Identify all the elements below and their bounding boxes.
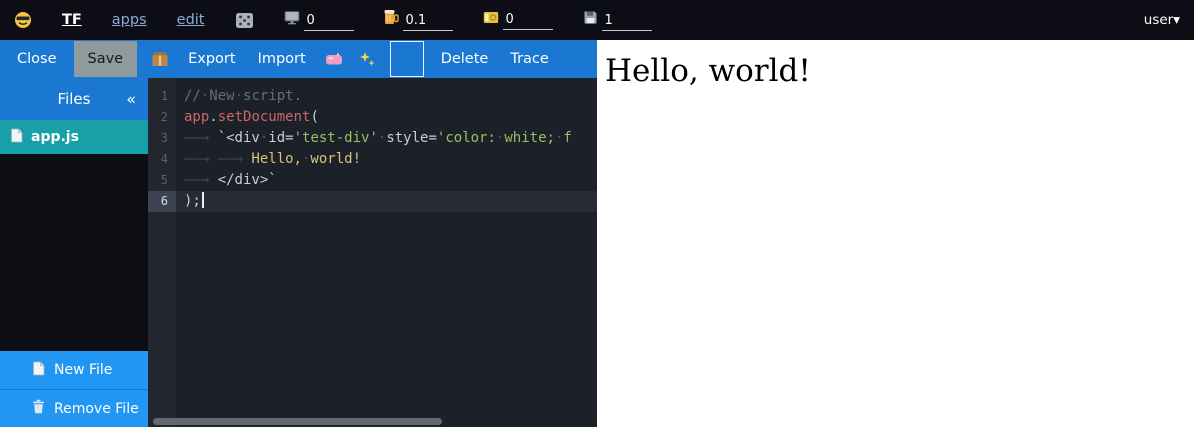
- monitor-stat-value[interactable]: 0: [304, 13, 354, 31]
- files-header-label: Files: [58, 90, 91, 108]
- floppy-stat-field[interactable]: 1: [583, 10, 652, 31]
- brand-link[interactable]: TF: [62, 12, 82, 28]
- code-line[interactable]: 2app.setDocument(: [148, 107, 597, 128]
- floppy-stat-value[interactable]: 1: [602, 13, 652, 31]
- file-item-appjs[interactable]: app.js: [0, 120, 148, 154]
- user-menu[interactable]: user▾: [1144, 12, 1180, 28]
- import-button[interactable]: Import: [253, 41, 311, 77]
- collapse-sidebar-icon[interactable]: «: [126, 90, 136, 109]
- close-button[interactable]: Close: [12, 41, 62, 77]
- code-editor[interactable]: 1//·New·script.2app.setDocument(3——→`<di…: [148, 78, 597, 427]
- nav-link-edit[interactable]: edit: [177, 12, 205, 28]
- horizontal-scrollbar[interactable]: [153, 418, 442, 425]
- money-icon: [483, 11, 499, 30]
- line-number[interactable]: 2: [148, 107, 176, 128]
- floppy-icon: [583, 10, 598, 31]
- line-number[interactable]: 4: [148, 149, 176, 170]
- sparkles-icon[interactable]: [357, 41, 378, 77]
- sidebar-empty-area: [0, 154, 148, 351]
- nav-link-apps[interactable]: apps: [112, 12, 147, 28]
- delete-button[interactable]: Delete: [436, 41, 494, 77]
- code-text: //·New·script.: [176, 86, 302, 107]
- code-line[interactable]: 6);: [148, 191, 597, 212]
- remove-file-button[interactable]: Remove File: [0, 389, 148, 427]
- code-line[interactable]: 4——→——→Hello,·world!: [148, 149, 597, 170]
- code-text: ——→`<div·id='test-div'·style='color:·whi…: [176, 128, 572, 149]
- top-nav-bar: TF apps edit 0 0.1 0 1 user▾: [0, 0, 1194, 40]
- code-line[interactable]: 5——→</div>`: [148, 170, 597, 191]
- editor-toolbar: Close Save Export Import Delete Trace: [0, 40, 597, 78]
- smiley-icon[interactable]: [14, 11, 32, 29]
- soap-icon[interactable]: [323, 41, 345, 77]
- code-text: ——→——→Hello,·world!: [176, 149, 361, 170]
- preview-hello-text: Hello, world!: [605, 53, 1194, 89]
- code-lines: 1//·New·script.2app.setDocument(3——→`<di…: [148, 86, 597, 212]
- beer-icon: [384, 9, 399, 31]
- new-file-button[interactable]: New File: [0, 351, 148, 389]
- code-line[interactable]: 3——→`<div·id='test-div'·style='color:·wh…: [148, 128, 597, 149]
- code-text: );: [176, 191, 204, 212]
- files-header: Files «: [0, 78, 148, 120]
- dice-icon[interactable]: [235, 12, 254, 29]
- monitor-stat-field[interactable]: 0: [284, 10, 354, 31]
- text-cursor: [202, 192, 204, 208]
- remove-file-label: Remove File: [54, 401, 139, 417]
- monitor-icon: [284, 10, 300, 31]
- file-item-label: app.js: [31, 129, 79, 145]
- line-number[interactable]: 5: [148, 170, 176, 191]
- app-window: TF apps edit 0 0.1 0 1 user▾ Close: [0, 0, 1194, 427]
- line-number[interactable]: 6: [148, 191, 176, 212]
- app-preview-pane: Hello, world!: [597, 40, 1194, 427]
- beer-stat-value[interactable]: 0.1: [403, 13, 453, 31]
- line-number[interactable]: 1: [148, 86, 176, 107]
- package-icon[interactable]: [149, 41, 171, 77]
- beer-stat-field[interactable]: 0.1: [384, 9, 453, 31]
- money-stat-value[interactable]: 0: [503, 12, 553, 30]
- trash-icon: [32, 399, 45, 418]
- save-button[interactable]: Save: [74, 41, 138, 77]
- blank-button[interactable]: [390, 41, 424, 77]
- money-stat-field[interactable]: 0: [483, 11, 553, 30]
- code-text: ——→</div>`: [176, 170, 277, 191]
- code-line[interactable]: 1//·New·script.: [148, 86, 597, 107]
- export-button[interactable]: Export: [183, 41, 240, 77]
- new-file-icon: [32, 361, 45, 380]
- code-text: app.setDocument(: [176, 107, 319, 128]
- file-sidebar: Files « app.js New File Remove File: [0, 78, 148, 427]
- new-file-label: New File: [54, 362, 112, 378]
- file-icon: [10, 128, 23, 147]
- trace-button[interactable]: Trace: [505, 41, 553, 77]
- line-number[interactable]: 3: [148, 128, 176, 149]
